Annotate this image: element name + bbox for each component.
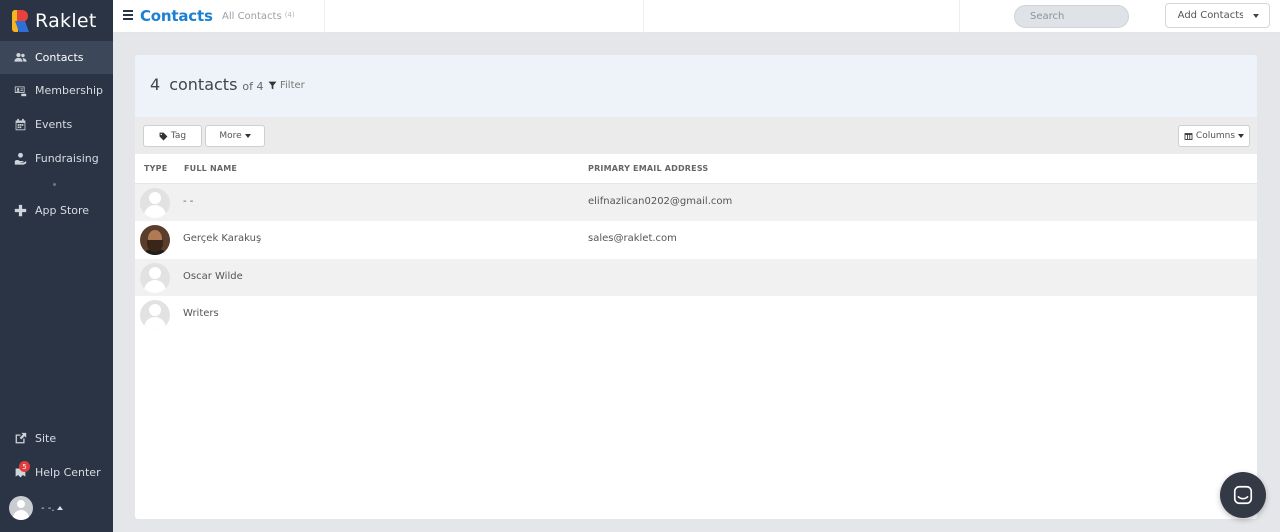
divider (959, 0, 960, 33)
filter-icon (268, 81, 277, 90)
table-toolbar: Tag More Columns (135, 117, 1257, 154)
caret-down-icon (244, 134, 251, 138)
contact-name[interactable]: - - (183, 196, 193, 207)
top-bar: Contacts All Contacts(4) Add Contacts (113, 0, 1280, 33)
raklet-logo-icon (12, 10, 30, 32)
avatar (9, 496, 33, 520)
menu-icon[interactable] (123, 10, 133, 20)
sidebar-item-label: Events (35, 118, 73, 131)
more-label: More (219, 131, 242, 141)
notification-badge: 5 (19, 461, 30, 472)
sidebar-item-contacts[interactable]: Contacts (0, 41, 113, 74)
contact-email: elifnazlican0202@gmail.com (588, 196, 733, 207)
count-number: 4 (150, 75, 161, 94)
column-header-type[interactable]: TYPE (144, 164, 167, 173)
columns-label: Columns (1195, 131, 1236, 141)
external-link-icon (14, 432, 27, 445)
caret-down-icon (1253, 13, 1259, 18)
count-total: of 4 (242, 80, 264, 93)
contact-email: sales@raklet.com (588, 233, 677, 244)
sidebar-item-help-center[interactable]: Help Center (0, 456, 113, 489)
app-name: Raklet (35, 10, 97, 32)
sidebar-item-label: Contacts (35, 51, 84, 64)
sidebar-item-label: Site (35, 432, 57, 445)
table-row[interactable]: Oscar Wilde (135, 259, 1257, 296)
more-button[interactable]: More (205, 125, 265, 147)
breadcrumb[interactable]: All Contacts (4) (222, 11, 295, 22)
raklet-logo[interactable]: Raklet (12, 9, 97, 33)
chat-launcher-button[interactable] (1220, 472, 1266, 518)
avatar (140, 300, 170, 330)
table-row[interactable]: Writers (135, 296, 1257, 333)
filter-button[interactable]: Filter (268, 80, 305, 91)
sidebar-item-label: Membership (35, 84, 103, 97)
page-title: Contacts (140, 7, 213, 25)
nav-separator (53, 183, 56, 186)
caret-up-icon (56, 506, 63, 510)
columns-icon (1184, 132, 1193, 140)
caret-down-icon (1238, 134, 1245, 138)
add-contacts-dropdown-toggle[interactable] (1243, 3, 1270, 28)
table-row[interactable]: - - elifnazlican0202@gmail.com (135, 184, 1257, 221)
avatar (140, 188, 170, 218)
table-row[interactable]: Gerçek Karakuş sales@raklet.com (135, 221, 1257, 258)
tag-button[interactable]: Tag (143, 125, 202, 147)
divider (324, 0, 325, 33)
user-menu[interactable]: - -. (9, 496, 63, 520)
sidebar-item-label: App Store (35, 204, 90, 217)
contacts-count: 4 contacts of 4 (150, 75, 264, 94)
sidebar-item-fundraising[interactable]: Fundraising (0, 142, 113, 175)
sidebar-item-label: Fundraising (35, 152, 99, 165)
sidebar-item-membership[interactable]: Membership (0, 74, 113, 107)
divider (643, 0, 644, 33)
id-card-icon (14, 84, 27, 97)
avatar (140, 263, 170, 293)
column-header-email[interactable]: PRIMARY EMAIL ADDRESS (588, 164, 708, 173)
filter-label: Filter (280, 80, 305, 91)
avatar (140, 225, 170, 255)
contacts-panel: 4 contacts of 4 Filter Tag More Columns … (135, 55, 1257, 519)
breadcrumb-count: (4) (284, 11, 295, 19)
columns-button[interactable]: Columns (1178, 125, 1250, 147)
tag-label: Tag (170, 131, 187, 141)
sidebar-item-app-store[interactable]: App Store (0, 194, 113, 227)
user-name: - -. (41, 502, 55, 514)
hand-coins-icon (14, 152, 27, 165)
breadcrumb-label: All Contacts (222, 11, 282, 22)
tag-icon (159, 132, 168, 140)
column-header-full-name[interactable]: FULL NAME (184, 164, 237, 173)
calendar-icon (14, 118, 27, 131)
contact-name[interactable]: Writers (183, 308, 219, 319)
sidebar-item-site[interactable]: Site (0, 422, 113, 455)
sidebar-item-events[interactable]: Events (0, 108, 113, 141)
contact-name[interactable]: Gerçek Karakuş (183, 233, 261, 244)
table-header: TYPE FULL NAME PRIMARY EMAIL ADDRESS (135, 154, 1257, 184)
chat-icon (1233, 485, 1253, 505)
sidebar-item-label: Help Center (35, 466, 101, 479)
sidebar: Raklet Contacts Membership Events Fundra… (0, 0, 113, 532)
search-input[interactable] (1014, 5, 1129, 28)
users-icon (14, 51, 27, 64)
contact-name[interactable]: Oscar Wilde (183, 271, 243, 282)
panel-header: 4 contacts of 4 Filter (135, 55, 1257, 117)
plus-icon (14, 204, 27, 217)
count-label: contacts (169, 75, 238, 94)
